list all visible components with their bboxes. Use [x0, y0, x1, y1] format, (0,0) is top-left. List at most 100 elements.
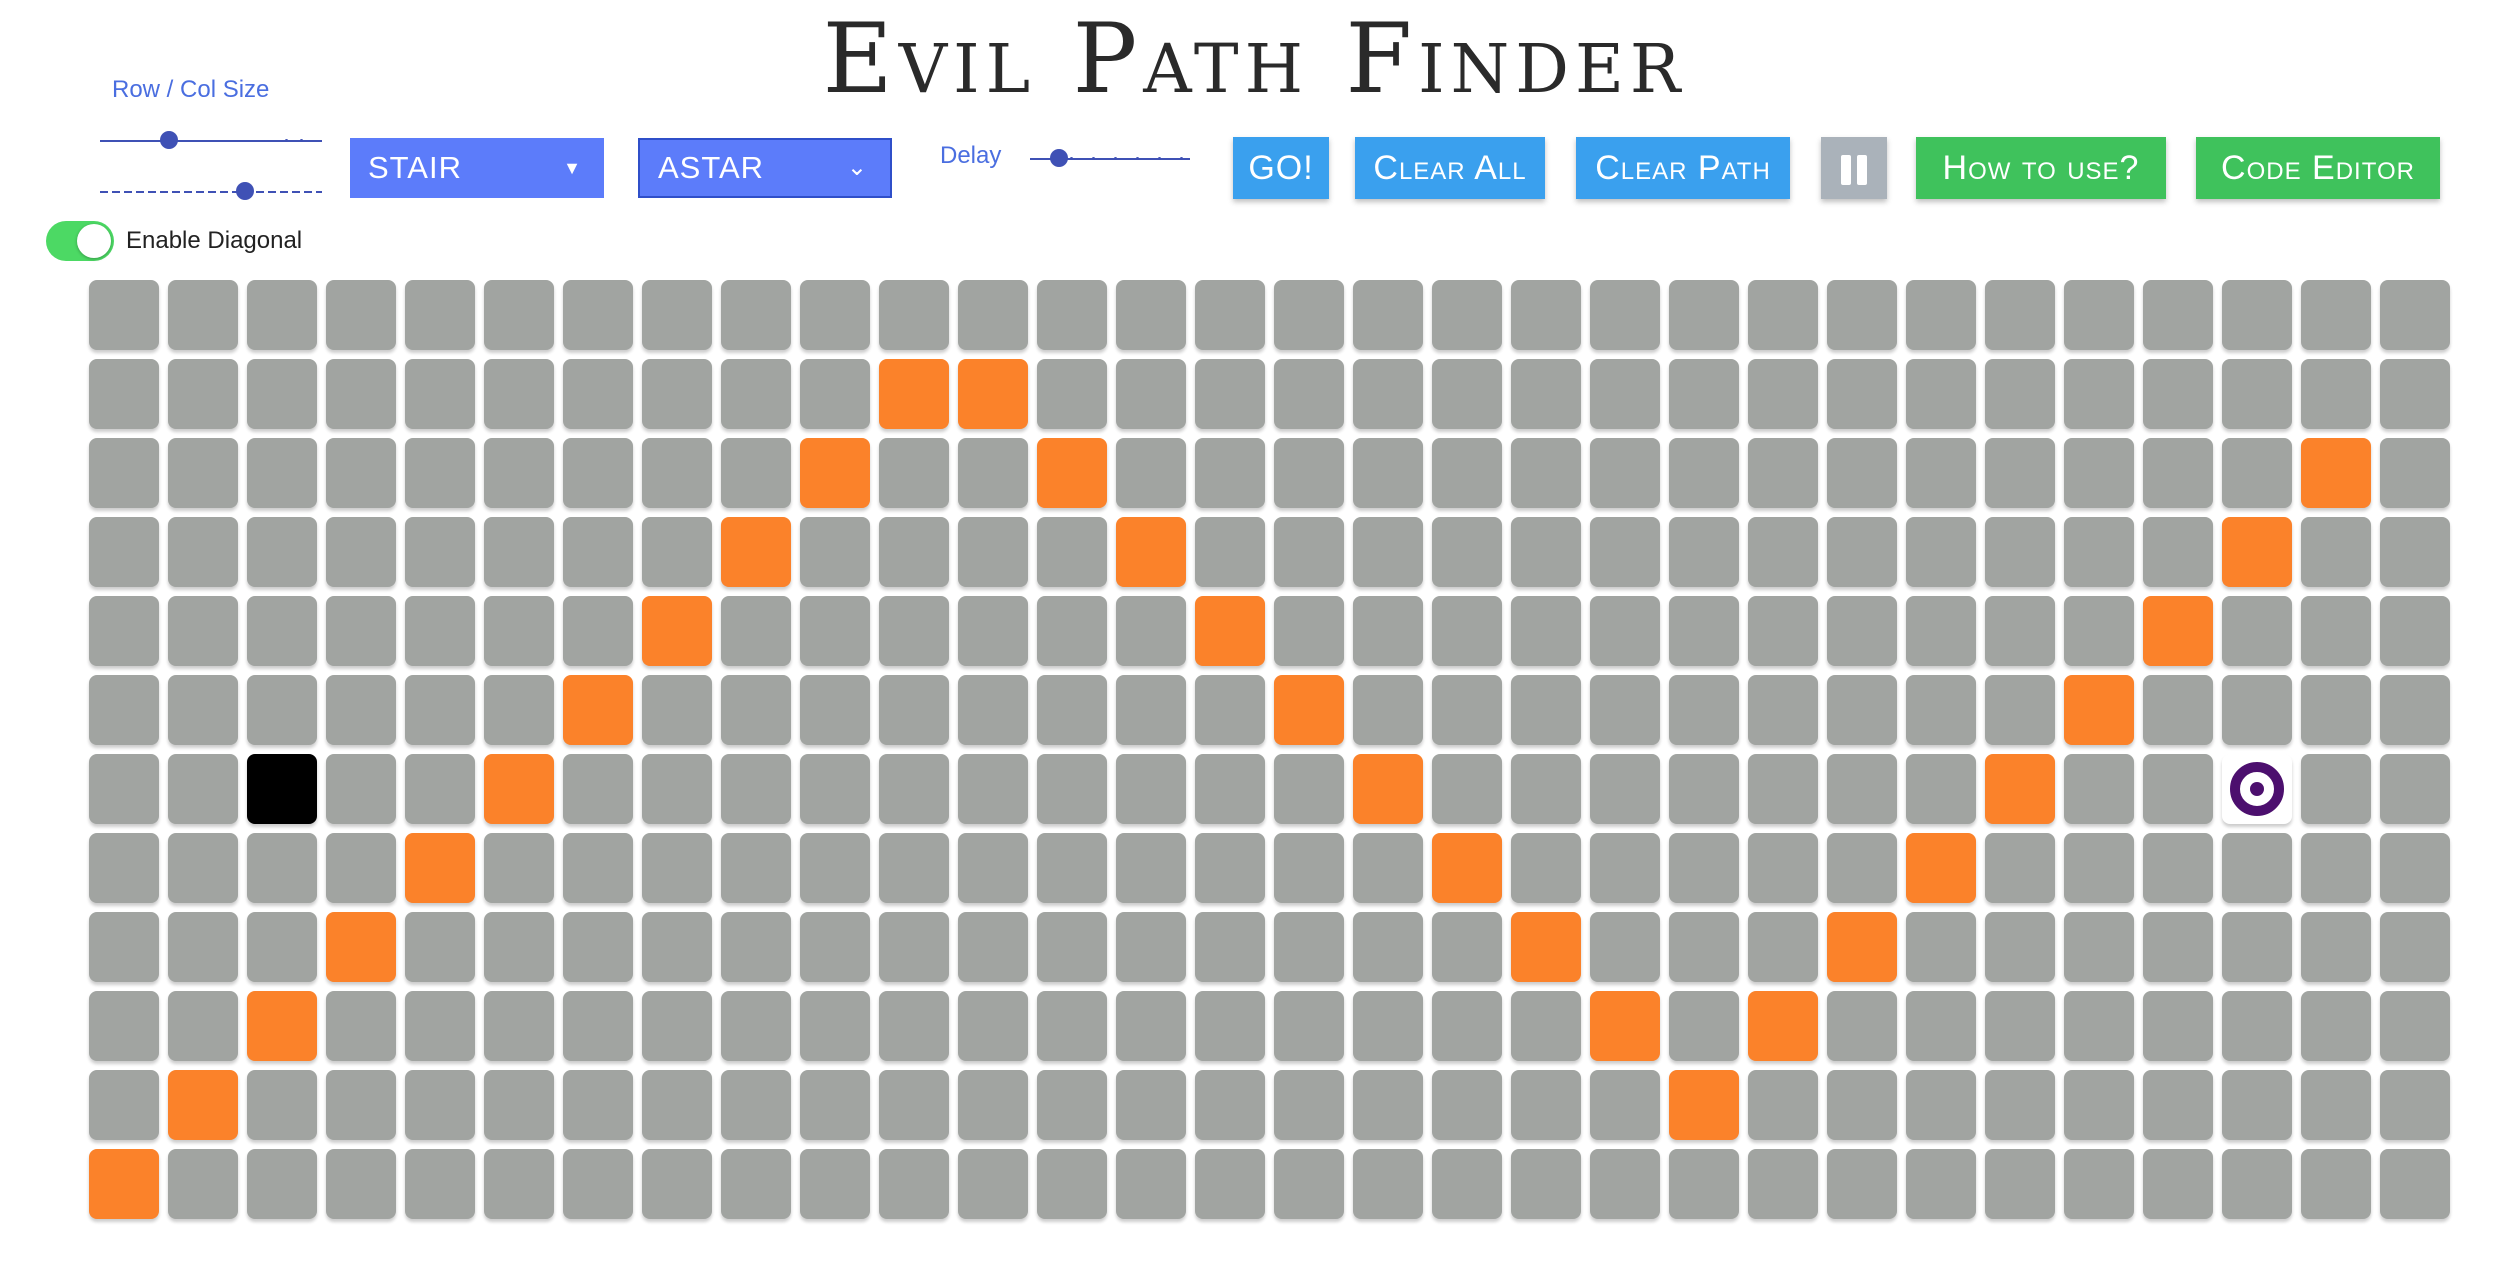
- grid-cell[interactable]: [1432, 517, 1502, 587]
- pause-button[interactable]: [1821, 137, 1887, 199]
- grid-cell[interactable]: [2380, 280, 2450, 350]
- grid-cell[interactable]: [800, 675, 870, 745]
- grid-cell[interactable]: [721, 833, 791, 903]
- grid-cell[interactable]: [2380, 517, 2450, 587]
- grid-cell[interactable]: [1116, 833, 1186, 903]
- grid-cell[interactable]: [1195, 280, 1265, 350]
- code-editor-button[interactable]: Code Editor: [2196, 137, 2440, 199]
- grid-cell[interactable]: [1195, 833, 1265, 903]
- grid-cell[interactable]: [1116, 912, 1186, 982]
- grid-cell[interactable]: [958, 596, 1028, 666]
- grid-cell[interactable]: [721, 280, 791, 350]
- wall-cell[interactable]: [405, 833, 475, 903]
- grid-cell[interactable]: [642, 517, 712, 587]
- grid-cell[interactable]: [800, 833, 870, 903]
- grid-cell[interactable]: [2301, 754, 2371, 824]
- grid-cell[interactable]: [2222, 280, 2292, 350]
- wall-cell[interactable]: [958, 359, 1028, 429]
- path-grid[interactable]: [89, 280, 2455, 1219]
- grid-cell[interactable]: [1353, 359, 1423, 429]
- grid-cell[interactable]: [563, 991, 633, 1061]
- grid-cell[interactable]: [2380, 675, 2450, 745]
- grid-cell[interactable]: [247, 675, 317, 745]
- grid-cell[interactable]: [2064, 912, 2134, 982]
- how-to-use-button[interactable]: How to use?: [1916, 137, 2166, 199]
- grid-cell[interactable]: [1511, 280, 1581, 350]
- grid-cell[interactable]: [247, 833, 317, 903]
- grid-cell[interactable]: [721, 438, 791, 508]
- grid-cell[interactable]: [1669, 280, 1739, 350]
- grid-cell[interactable]: [2380, 754, 2450, 824]
- grid-cell[interactable]: [1748, 754, 1818, 824]
- clear-all-button[interactable]: Clear All: [1355, 137, 1545, 199]
- grid-cell[interactable]: [1906, 438, 1976, 508]
- grid-cell[interactable]: [89, 1070, 159, 1140]
- grid-cell[interactable]: [1037, 359, 1107, 429]
- grid-cell[interactable]: [1906, 1149, 1976, 1219]
- grid-cell[interactable]: [1669, 359, 1739, 429]
- grid-cell[interactable]: [1274, 517, 1344, 587]
- grid-cell[interactable]: [1511, 517, 1581, 587]
- grid-cell[interactable]: [1906, 675, 1976, 745]
- grid-cell[interactable]: [1353, 1149, 1423, 1219]
- grid-cell[interactable]: [1748, 359, 1818, 429]
- grid-cell[interactable]: [89, 912, 159, 982]
- grid-cell[interactable]: [879, 754, 949, 824]
- grid-cell[interactable]: [958, 1070, 1028, 1140]
- grid-cell[interactable]: [1432, 280, 1502, 350]
- grid-cell[interactable]: [721, 991, 791, 1061]
- grid-cell[interactable]: [1037, 991, 1107, 1061]
- grid-cell[interactable]: [800, 912, 870, 982]
- grid-cell[interactable]: [1432, 754, 1502, 824]
- grid-cell[interactable]: [642, 1149, 712, 1219]
- grid-cell[interactable]: [405, 596, 475, 666]
- grid-cell[interactable]: [1827, 1149, 1897, 1219]
- grid-cell[interactable]: [2380, 438, 2450, 508]
- grid-cell[interactable]: [168, 438, 238, 508]
- grid-cell[interactable]: [1037, 1149, 1107, 1219]
- maze-pattern-select[interactable]: STAIR ▼: [350, 138, 604, 198]
- grid-cell[interactable]: [1590, 675, 1660, 745]
- grid-cell[interactable]: [2143, 991, 2213, 1061]
- grid-cell[interactable]: [879, 991, 949, 1061]
- grid-cell[interactable]: [563, 833, 633, 903]
- diagonal-toggle[interactable]: [46, 221, 114, 261]
- grid-cell[interactable]: [2064, 280, 2134, 350]
- wall-cell[interactable]: [563, 675, 633, 745]
- grid-cell[interactable]: [1827, 517, 1897, 587]
- col-size-slider-thumb[interactable]: [236, 182, 254, 200]
- wall-cell[interactable]: [1906, 833, 1976, 903]
- grid-cell[interactable]: [1985, 833, 2055, 903]
- grid-cell[interactable]: [484, 438, 554, 508]
- grid-cell[interactable]: [1353, 596, 1423, 666]
- grid-cell[interactable]: [800, 1070, 870, 1140]
- grid-cell[interactable]: [1116, 280, 1186, 350]
- wall-cell[interactable]: [1985, 754, 2055, 824]
- grid-cell[interactable]: [1985, 675, 2055, 745]
- wall-cell[interactable]: [2222, 517, 2292, 587]
- grid-cell[interactable]: [1195, 438, 1265, 508]
- row-size-slider[interactable]: [100, 131, 322, 160]
- grid-cell[interactable]: [1590, 280, 1660, 350]
- grid-cell[interactable]: [1669, 912, 1739, 982]
- grid-cell[interactable]: [1116, 1149, 1186, 1219]
- grid-cell[interactable]: [1274, 833, 1344, 903]
- grid-cell[interactable]: [879, 517, 949, 587]
- grid-cell[interactable]: [879, 438, 949, 508]
- grid-cell[interactable]: [958, 912, 1028, 982]
- grid-cell[interactable]: [1195, 1149, 1265, 1219]
- grid-cell[interactable]: [89, 833, 159, 903]
- grid-cell[interactable]: [879, 675, 949, 745]
- grid-cell[interactable]: [1195, 517, 1265, 587]
- grid-cell[interactable]: [326, 280, 396, 350]
- grid-cell[interactable]: [958, 438, 1028, 508]
- grid-cell[interactable]: [1274, 280, 1344, 350]
- grid-cell[interactable]: [800, 359, 870, 429]
- grid-cell[interactable]: [2301, 280, 2371, 350]
- grid-cell[interactable]: [563, 438, 633, 508]
- grid-cell[interactable]: [405, 675, 475, 745]
- grid-cell[interactable]: [879, 1070, 949, 1140]
- grid-cell[interactable]: [326, 1070, 396, 1140]
- grid-cell[interactable]: [1037, 912, 1107, 982]
- grid-cell[interactable]: [1669, 596, 1739, 666]
